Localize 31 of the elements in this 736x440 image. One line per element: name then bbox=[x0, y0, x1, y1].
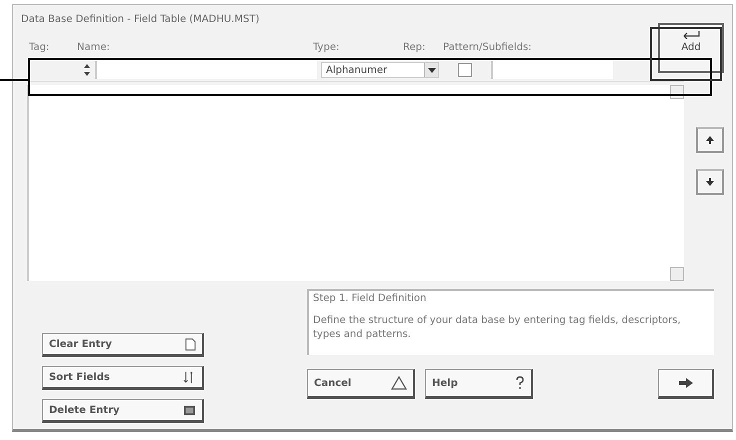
type-dropdown[interactable]: Alphanumer bbox=[321, 62, 439, 78]
right-arrow-icon bbox=[678, 378, 692, 388]
spinner-icon[interactable] bbox=[83, 63, 91, 77]
dialog-button[interactable]: Help bbox=[425, 369, 533, 399]
name-field[interactable] bbox=[95, 61, 317, 79]
window-title: Data Base Definition - Field Table (MADHU.MST) bbox=[20, 13, 260, 27]
leader-line bbox=[0, 79, 30, 81]
page-icon bbox=[185, 338, 196, 350]
info-text: Define the structure of your data base by entering tag fields, descriptors, types and patterns. bbox=[313, 314, 682, 342]
up-arrow-icon bbox=[706, 136, 714, 144]
column-header: Pattern/Subfields: bbox=[443, 42, 532, 52]
dropdown-arrow-icon bbox=[428, 68, 436, 72]
return-arrow-icon bbox=[681, 31, 701, 39]
delete-icon bbox=[183, 404, 196, 416]
warning-triangle-icon bbox=[391, 376, 407, 390]
column-header: Tag: bbox=[28, 42, 50, 52]
question-mark-icon bbox=[515, 376, 525, 390]
down-arrow-icon bbox=[706, 178, 714, 186]
column-header: Name: bbox=[77, 42, 111, 52]
info-title: Step 1. Field Definition bbox=[313, 293, 428, 304]
pattern-field[interactable] bbox=[491, 61, 613, 79]
column-header: Type: bbox=[313, 42, 340, 52]
move-down-button[interactable] bbox=[696, 169, 724, 195]
column-header: Rep: bbox=[403, 42, 426, 52]
move-up-button[interactable] bbox=[696, 127, 724, 153]
dialog-button[interactable]: Cancel bbox=[307, 369, 415, 399]
rep-checkbox[interactable] bbox=[458, 63, 472, 77]
action-button[interactable]: Clear Entry bbox=[42, 333, 204, 357]
next-button[interactable] bbox=[658, 369, 714, 399]
action-button[interactable]: Delete Entry bbox=[42, 399, 204, 423]
action-button[interactable]: Sort Fields bbox=[42, 366, 204, 390]
